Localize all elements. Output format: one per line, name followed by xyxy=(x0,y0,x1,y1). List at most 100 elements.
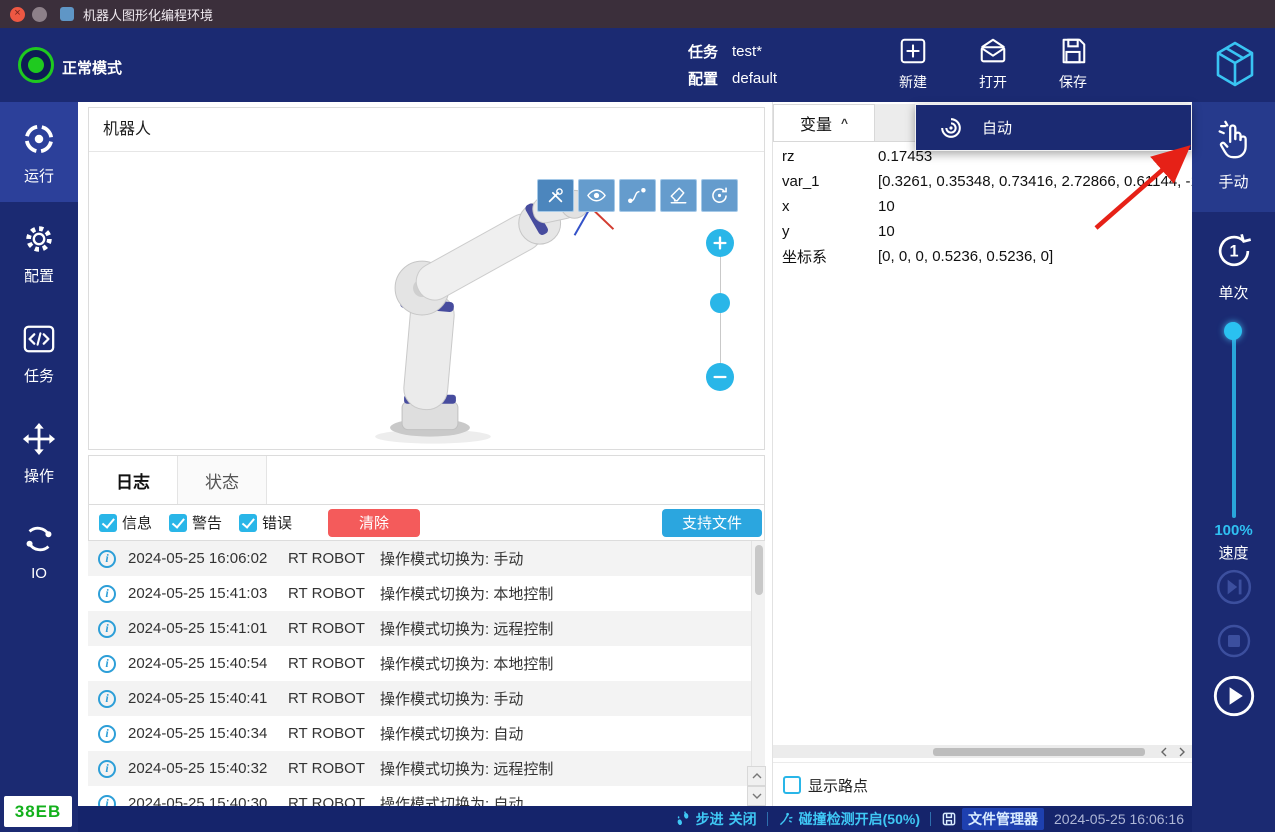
wrench-icon xyxy=(545,185,566,206)
show-waypoints-checkbox[interactable] xyxy=(783,776,801,794)
log-time: 2024-05-25 15:40:32 xyxy=(128,760,288,777)
speed-slider[interactable] xyxy=(1192,322,1275,522)
tab-log[interactable]: 日志 xyxy=(89,456,178,504)
window-titlebar: 机器人图形化编程环境 xyxy=(0,0,1275,28)
app-icon xyxy=(60,7,74,21)
step-mode-toggle[interactable]: 步进 关闭 xyxy=(675,809,757,829)
sidebar-item-run[interactable]: 运行 xyxy=(0,102,78,202)
manual-mode-label: 手动 xyxy=(1218,171,1248,192)
hand-icon xyxy=(1213,119,1255,161)
robot-panel-title: 机器人 xyxy=(89,108,764,152)
io-sync-icon xyxy=(22,522,56,556)
scroll-down-button[interactable] xyxy=(747,786,766,806)
mode-indicator-light xyxy=(18,47,54,83)
new-button[interactable]: 新建 xyxy=(881,36,945,92)
collision-detection-toggle[interactable]: 碰撞检测开启(50%) xyxy=(778,809,920,829)
show-waypoints-label: 显示路点 xyxy=(808,775,868,796)
save-icon xyxy=(1058,36,1088,66)
chevron-right-icon xyxy=(1179,747,1185,757)
sidebar-item-task[interactable]: 任务 xyxy=(0,302,78,402)
sidebar-item-operate[interactable]: 操作 xyxy=(0,402,78,502)
chevron-left-icon xyxy=(1161,747,1167,757)
task-value: test* xyxy=(732,43,762,60)
save-button[interactable]: 保存 xyxy=(1041,36,1105,92)
log-message: 操作模式切换为: 远程控制 xyxy=(380,758,765,779)
reset-view-button[interactable] xyxy=(701,179,738,212)
speed-slider-thumb[interactable] xyxy=(1224,322,1242,340)
speed-readout: 100% 速度 xyxy=(1192,522,1275,563)
header-bar: 正常模式 任务 test* 配置 default 新建 打开 xyxy=(0,28,1275,102)
filter-warning-checkbox[interactable]: 警告 xyxy=(169,512,222,533)
variable-name: x xyxy=(773,198,878,215)
log-source: RT ROBOT xyxy=(288,550,380,567)
tab-variables[interactable]: 变量 ^ xyxy=(773,104,875,142)
stop-button[interactable] xyxy=(1192,623,1275,659)
log-time: 2024-05-25 15:40:30 xyxy=(128,795,288,806)
variables-tab-label: 变量 xyxy=(800,111,832,135)
log-scrollbar-thumb[interactable] xyxy=(755,545,763,595)
variable-value: 10 xyxy=(878,198,1192,215)
sidebar-item-io[interactable]: IO xyxy=(0,502,78,602)
mode-dropdown-item-auto[interactable]: 自动 xyxy=(915,104,1192,151)
variables-table: rz 0.17453 var_1 [0.3261, 0.35348, 0.734… xyxy=(773,144,1192,269)
log-message: 操作模式切换为: 自动 xyxy=(380,723,765,744)
scroll-up-button[interactable] xyxy=(747,766,766,786)
variable-name: rz xyxy=(773,148,878,165)
zoom-slider-thumb[interactable] xyxy=(710,293,730,313)
chevron-up-icon xyxy=(752,773,762,779)
filter-error-label: 错误 xyxy=(262,512,292,533)
log-source: RT ROBOT xyxy=(288,655,380,672)
variable-value: [0, 0, 0, 0.5236, 0.5236, 0] xyxy=(878,248,1192,265)
manual-mode-button[interactable]: 手动 xyxy=(1192,102,1275,212)
clear-logs-button[interactable]: 清除 xyxy=(328,509,420,537)
new-button-label: 新建 xyxy=(899,72,927,92)
log-row: 2024-05-25 15:40:30 RT ROBOT 操作模式切换为: 自动 xyxy=(88,786,765,806)
scroll-right-button[interactable] xyxy=(1173,745,1190,758)
statusbar-divider xyxy=(767,812,768,826)
log-row: 2024-05-25 15:40:32 RT ROBOT 操作模式切换为: 远程… xyxy=(88,751,765,786)
log-source: RT ROBOT xyxy=(288,690,380,707)
speed-slider-track[interactable] xyxy=(1232,322,1236,518)
tools-button[interactable] xyxy=(537,179,574,212)
app-window: 机器人图形化编程环境 正常模式 任务 test* 配置 default 新建 xyxy=(0,0,1275,832)
scroll-left-button[interactable] xyxy=(1155,745,1172,758)
config-value: default xyxy=(732,70,777,87)
log-message: 操作模式切换为: 远程控制 xyxy=(380,618,765,639)
support-files-button[interactable]: 支持文件 xyxy=(662,509,762,537)
sidebar-item-config-label: 配置 xyxy=(24,265,54,286)
left-sidebar: 运行 配置 任务 操作 IO 38EB xyxy=(0,102,78,832)
open-file-icon xyxy=(978,36,1008,66)
robot-3d-view[interactable] xyxy=(89,152,764,449)
log-source: RT ROBOT xyxy=(288,585,380,602)
open-button-label: 打开 xyxy=(979,72,1007,92)
log-time: 2024-05-25 15:40:41 xyxy=(128,690,288,707)
log-source: RT ROBOT xyxy=(288,620,380,637)
eraser-button[interactable] xyxy=(660,179,697,212)
filter-info-checkbox[interactable]: 信息 xyxy=(99,512,152,533)
zoom-in-button[interactable] xyxy=(706,229,734,257)
log-row: 2024-05-25 15:41:01 RT ROBOT 操作模式切换为: 远程… xyxy=(88,611,765,646)
variables-horizontal-scrollbar[interactable] xyxy=(773,745,1192,758)
filter-error-checkbox[interactable]: 错误 xyxy=(239,512,292,533)
info-icon xyxy=(98,620,116,638)
log-time: 2024-05-25 15:40:34 xyxy=(128,725,288,742)
stop-icon xyxy=(1216,623,1252,659)
open-button[interactable]: 打开 xyxy=(961,36,1025,92)
collision-icon xyxy=(778,811,794,827)
file-manager-button[interactable]: 文件管理器 xyxy=(941,808,1044,830)
play-icon xyxy=(1212,674,1256,718)
path-button[interactable] xyxy=(619,179,656,212)
sidebar-item-config[interactable]: 配置 xyxy=(0,202,78,302)
visibility-button[interactable] xyxy=(578,179,615,212)
log-tabstrip: 日志 状态 xyxy=(88,455,765,505)
variable-value: [0.3261, 0.35348, 0.73416, 2.72866, 0.61… xyxy=(878,173,1192,190)
single-run-button[interactable]: 1 单次 xyxy=(1192,212,1275,312)
play-button[interactable] xyxy=(1192,674,1275,718)
hscrollbar-thumb[interactable] xyxy=(933,748,1145,756)
step-next-button[interactable] xyxy=(1192,568,1275,606)
window-minimize-button[interactable] xyxy=(32,7,47,22)
zoom-out-button[interactable] xyxy=(706,363,734,391)
tab-status[interactable]: 状态 xyxy=(178,456,267,504)
show-waypoints-row[interactable]: 显示路点 xyxy=(773,762,1192,807)
window-close-button[interactable] xyxy=(10,7,25,22)
